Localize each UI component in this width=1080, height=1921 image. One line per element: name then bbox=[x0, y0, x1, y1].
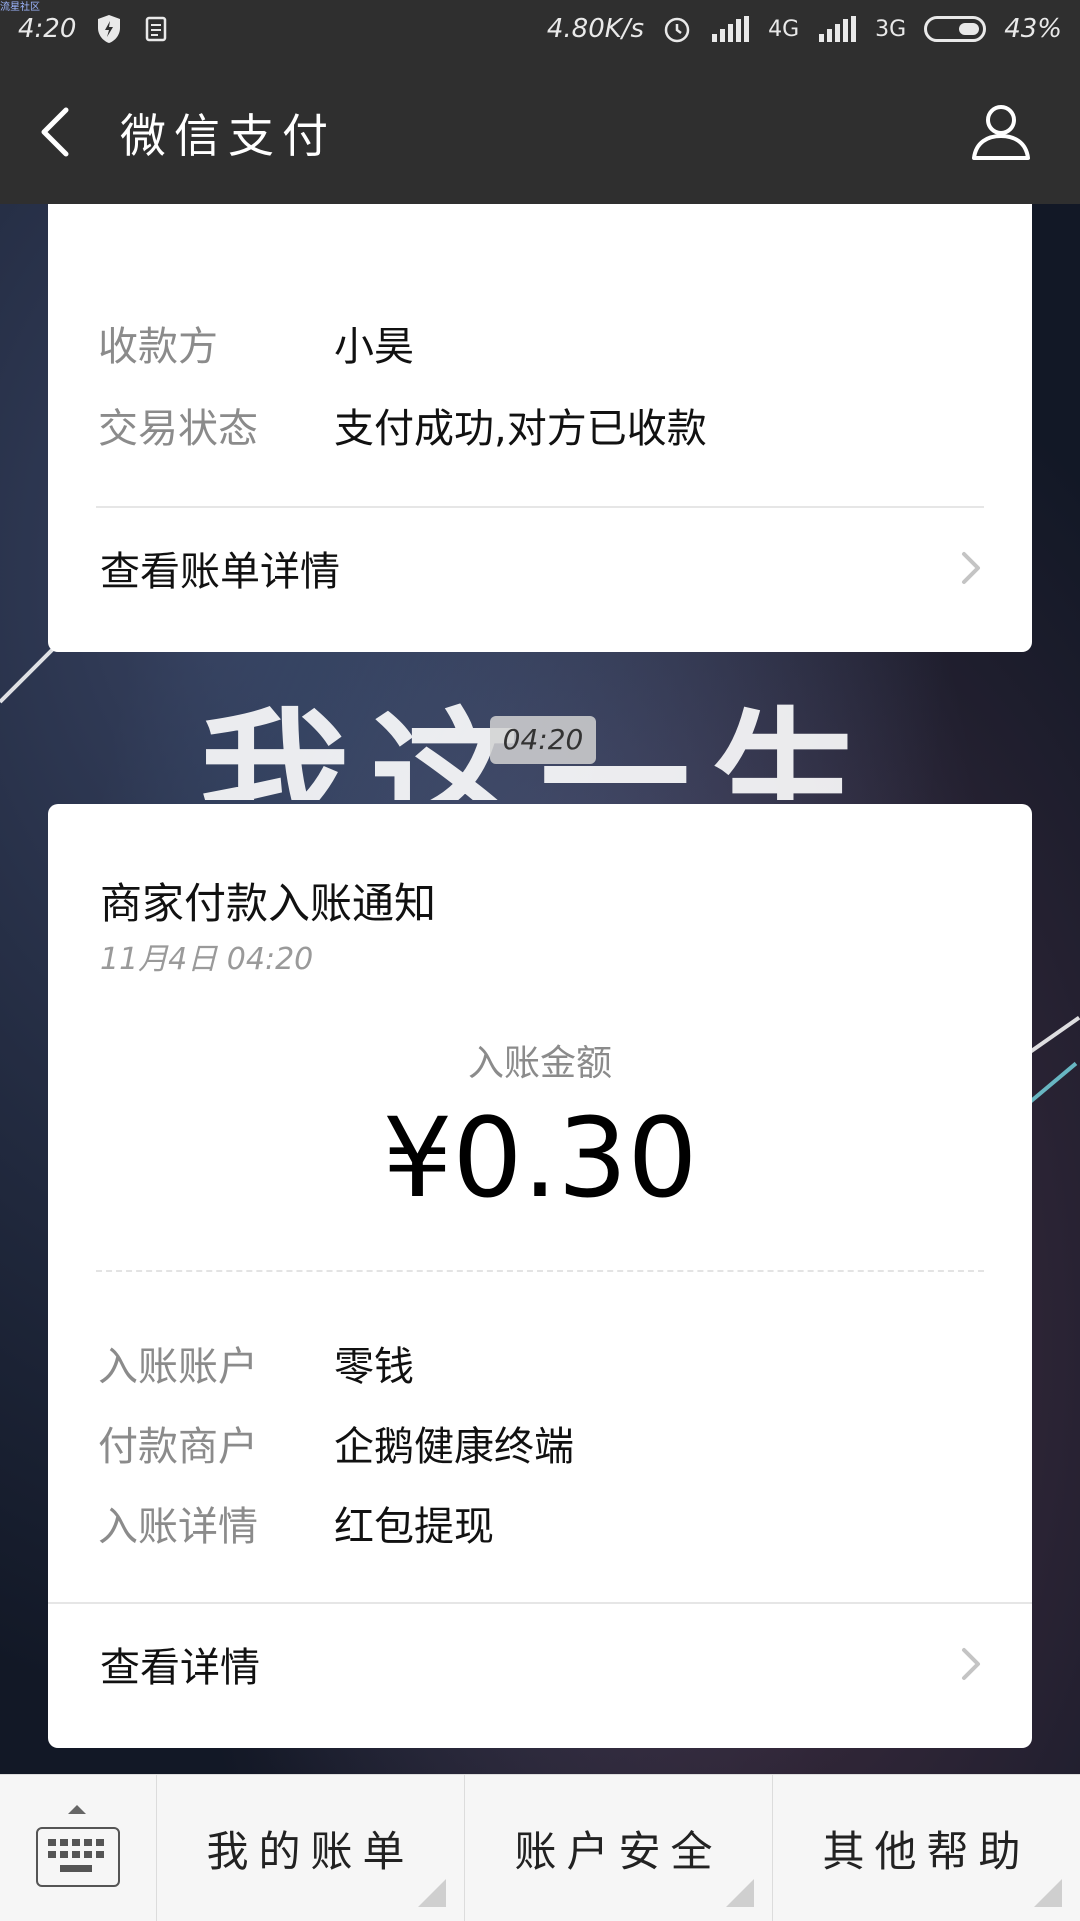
battery-level: 43% bbox=[1004, 14, 1062, 44]
status-time: 4:20 bbox=[18, 14, 77, 44]
detail-value: 红包提现 bbox=[334, 1504, 494, 1550]
signal-icon bbox=[817, 14, 857, 44]
back-button[interactable] bbox=[36, 106, 76, 158]
transaction-status-label: 交易状态 bbox=[98, 406, 258, 452]
user-icon bbox=[972, 105, 1030, 160]
payment-result-card: 收款方 小昊 交易状态 支付成功,对方已收款 查看账单详情 bbox=[48, 204, 1032, 652]
shield-bolt-icon bbox=[94, 14, 124, 44]
transaction-status-value: 支付成功,对方已收款 bbox=[334, 406, 707, 452]
submenu-indicator-icon bbox=[1034, 1879, 1062, 1907]
transaction-status-row: 交易状态 支付成功,对方已收款 bbox=[98, 396, 707, 454]
amount-label: 入账金额 bbox=[467, 1043, 612, 1084]
payee-label: 收款方 bbox=[98, 324, 218, 370]
view-bill-details-label: 查看账单详情 bbox=[100, 549, 340, 595]
menu-other-help[interactable]: 其他帮助 bbox=[773, 1775, 1080, 1921]
detail-row: 入账详情 红包提现 bbox=[98, 1494, 494, 1552]
submenu-indicator-icon bbox=[418, 1879, 446, 1907]
detail-label: 入账账户 bbox=[98, 1344, 258, 1390]
network-type-2: 3G bbox=[875, 16, 907, 42]
watermark-label: 流星社区 bbox=[0, 2, 40, 13]
network-speed: 4.80K/s bbox=[546, 14, 645, 44]
menu-my-bills[interactable]: 我的账单 bbox=[157, 1775, 465, 1921]
submenu-indicator-icon bbox=[726, 1879, 754, 1907]
menu-account-security[interactable]: 账户安全 bbox=[465, 1775, 773, 1921]
notice-title: 商家付款入账通知 bbox=[100, 879, 437, 928]
keyboard-icon bbox=[36, 1827, 120, 1887]
dashed-divider bbox=[96, 1270, 984, 1272]
arrow-up-icon bbox=[68, 1805, 86, 1814]
keyboard-toggle-button[interactable] bbox=[0, 1775, 157, 1921]
chevron-left-icon bbox=[41, 107, 69, 157]
detail-label: 付款商户 bbox=[98, 1424, 258, 1470]
view-bill-details-link[interactable]: 查看账单详情 bbox=[48, 508, 1032, 628]
detail-row: 入账账户 零钱 bbox=[98, 1334, 414, 1392]
chevron-right-icon bbox=[962, 1648, 980, 1680]
detail-value: 企鹅健康终端 bbox=[334, 1424, 574, 1470]
detail-row: 付款商户 企鹅健康终端 bbox=[98, 1414, 574, 1472]
navigation-bar: 微信支付 bbox=[0, 58, 1080, 204]
status-bar: 流星社区 4:20 4.80K/s 4G 3G 43% bbox=[0, 0, 1080, 58]
chat-timestamp: 04:20 bbox=[490, 716, 596, 764]
menu-label: 我的账单 bbox=[206, 1826, 415, 1876]
chevron-right-icon bbox=[962, 552, 980, 584]
view-details-link[interactable]: 查看详情 bbox=[48, 1604, 1032, 1724]
battery-icon bbox=[924, 16, 987, 42]
bottom-menu-bar: 我的账单 账户安全 其他帮助 bbox=[0, 1774, 1080, 1921]
menu-label: 账户安全 bbox=[514, 1826, 723, 1876]
detail-label: 入账详情 bbox=[98, 1504, 258, 1550]
detail-value: 零钱 bbox=[334, 1344, 414, 1390]
signal-icon bbox=[710, 14, 750, 44]
view-details-label: 查看详情 bbox=[100, 1645, 260, 1691]
payee-value: 小昊 bbox=[334, 324, 414, 370]
page-title: 微信支付 bbox=[120, 109, 336, 163]
alarm-icon bbox=[662, 14, 692, 44]
amount-value: ¥0.30 bbox=[382, 1094, 698, 1222]
network-type-1: 4G bbox=[768, 16, 800, 42]
notice-datetime: 11月4日 04:20 bbox=[100, 942, 314, 977]
profile-button[interactable] bbox=[970, 100, 1032, 162]
payee-row: 收款方 小昊 bbox=[98, 314, 414, 372]
clipboard-icon bbox=[142, 14, 172, 44]
merchant-payment-notice-card: 商家付款入账通知 11月4日 04:20 入账金额 ¥0.30 入账账户 零钱 … bbox=[48, 804, 1032, 1748]
menu-label: 其他帮助 bbox=[822, 1826, 1031, 1876]
